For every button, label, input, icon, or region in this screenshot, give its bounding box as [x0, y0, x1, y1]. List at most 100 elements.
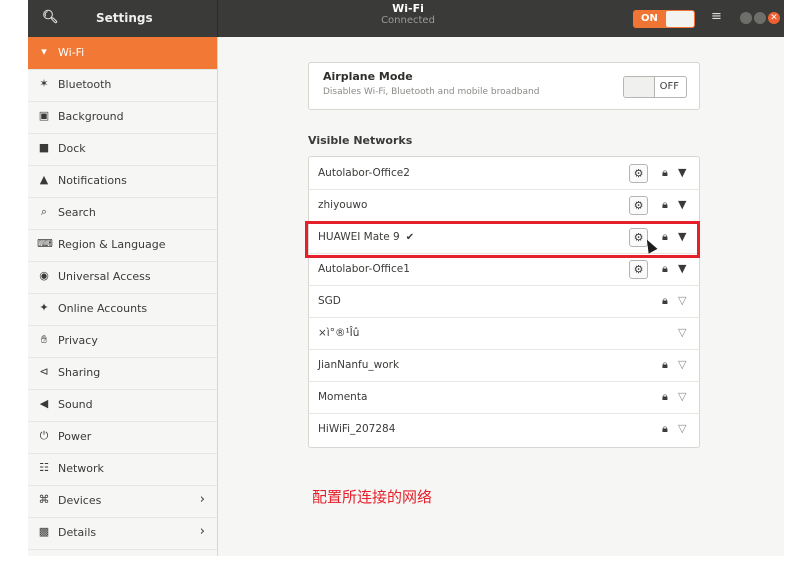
- gear-icon[interactable]: ⚙︎: [629, 164, 648, 183]
- wifi-panel: Airplane Mode Disables Wi-Fi, Bluetooth …: [218, 37, 784, 556]
- chevron-right-icon: ›: [199, 524, 205, 539]
- sidebar-item-label: Notifications: [58, 174, 127, 187]
- lock-icon: 🔒︎: [662, 166, 668, 179]
- sidebar-item-sound[interactable]: ◀ Sound: [28, 389, 217, 422]
- network-row[interactable]: Momenta 🔒︎ ▽: [309, 381, 699, 414]
- network-name: JianNanfu_work: [318, 359, 400, 371]
- maximize-icon[interactable]: [754, 12, 766, 24]
- settings-window: 🔍︎ Settings Wi-Fi Connected ON ≡ ✕ ▾ Wi-…: [28, 0, 784, 556]
- airplane-mode-title: Airplane Mode: [323, 70, 413, 83]
- window-title: Wi-Fi: [392, 2, 424, 15]
- speaker-icon: ◀: [39, 397, 49, 410]
- hamburger-menu-icon[interactable]: ≡: [711, 9, 722, 24]
- wifi-toggle[interactable]: ON: [633, 10, 695, 28]
- sidebar-item-network[interactable]: ☷ Network: [28, 453, 217, 486]
- network-list: Autolabor-Office2 ⚙︎ 🔒︎ ▼ zhiyouwo ⚙︎ 🔒︎…: [308, 156, 700, 448]
- network-name: ×ì°®¹Îû: [318, 327, 360, 339]
- network-row[interactable]: SGD 🔒︎ ▽: [309, 285, 699, 318]
- sidebar-item-sharing[interactable]: ⊲ Sharing: [28, 357, 217, 390]
- sidebar-item-devices[interactable]: ⌘ Devices ›: [28, 485, 217, 518]
- sidebar: ▾ Wi-Fi ✶ Bluetooth ▣ Background ■ Dock …: [28, 37, 218, 556]
- sidebar-item-label: Privacy: [58, 334, 98, 347]
- search-icon[interactable]: 🔍︎: [42, 10, 59, 26]
- wifi-toggle-knob: [666, 11, 694, 27]
- sidebar-item-details[interactable]: ▩ Details ›: [28, 517, 217, 550]
- dock-icon: ■: [38, 141, 50, 154]
- power-icon: ⏻: [39, 429, 49, 442]
- wifi-toggle-label: ON: [641, 13, 658, 24]
- sidebar-item-dock[interactable]: ■ Dock: [28, 133, 217, 166]
- sidebar-item-notifications[interactable]: ▲ Notifications: [28, 165, 217, 198]
- sidebar-item-online-accounts[interactable]: ✦ Online Accounts: [28, 293, 217, 326]
- network-row[interactable]: ×ì°®¹Îû ▽: [309, 317, 699, 350]
- lock-icon: 🔒︎: [662, 422, 668, 435]
- network-name: Autolabor-Office1: [318, 263, 410, 275]
- network-name: HiWiFi_207284: [318, 423, 396, 435]
- sidebar-item-label: Network: [58, 462, 104, 475]
- accounts-icon: ✦: [39, 301, 49, 314]
- network-row[interactable]: HiWiFi_207284 🔒︎ ▽: [309, 413, 699, 445]
- network-name: SGD: [318, 295, 341, 307]
- sidebar-item-background[interactable]: ▣ Background: [28, 101, 217, 134]
- toggle-knob: [624, 77, 655, 97]
- network-icon: ☷: [39, 461, 49, 474]
- sidebar-item-wifi[interactable]: ▾ Wi-Fi: [28, 37, 217, 70]
- sidebar-item-label: Sound: [58, 398, 93, 411]
- header-left: 🔍︎ Settings: [28, 0, 218, 37]
- background-icon: ▣: [38, 109, 50, 122]
- wifi-signal-icon: ▽: [678, 294, 687, 307]
- check-icon: ✔: [405, 232, 415, 243]
- sidebar-item-label: Wi-Fi: [58, 46, 85, 59]
- wifi-signal-icon: ▼: [678, 166, 687, 179]
- network-name: HUAWEI Mate 9 ✔: [318, 231, 414, 243]
- visible-networks-heading: Visible Networks: [308, 134, 413, 147]
- airplane-mode-toggle[interactable]: OFF: [623, 76, 687, 98]
- sidebar-item-label: Online Accounts: [58, 302, 148, 315]
- accessibility-icon: ◉: [39, 269, 49, 282]
- window-subtitle: Connected: [381, 15, 435, 26]
- search-icon: ⌕: [40, 205, 48, 218]
- sidebar-item-power[interactable]: ⏻ Power: [28, 421, 217, 454]
- wifi-signal-icon: ▽: [678, 326, 687, 339]
- header-bar: 🔍︎ Settings Wi-Fi Connected ON ≡ ✕: [28, 0, 784, 37]
- sidebar-item-label: Search: [58, 206, 96, 219]
- sidebar-item-bluetooth[interactable]: ✶ Bluetooth: [28, 69, 217, 102]
- airplane-mode-subtitle: Disables Wi-Fi, Bluetooth and mobile bro…: [323, 87, 540, 97]
- airplane-toggle-label: OFF: [659, 81, 679, 92]
- lock-icon: 🔒︎: [662, 262, 668, 275]
- sidebar-item-universal-access[interactable]: ◉ Universal Access: [28, 261, 217, 294]
- airplane-mode-card: Airplane Mode Disables Wi-Fi, Bluetooth …: [308, 62, 700, 110]
- sidebar-item-privacy[interactable]: ✋︎ Privacy: [28, 325, 217, 358]
- gear-icon[interactable]: ⚙︎: [629, 196, 648, 215]
- network-name: Momenta: [318, 391, 368, 403]
- sidebar-item-label: Region & Language: [58, 238, 166, 251]
- chevron-right-icon: ›: [199, 492, 205, 507]
- wifi-signal-icon: ▽: [678, 358, 687, 371]
- sidebar-item-label: Universal Access: [58, 270, 151, 283]
- close-icon[interactable]: ✕: [768, 12, 780, 24]
- bell-icon: ▲: [39, 173, 49, 186]
- sidebar-item-label: Bluetooth: [58, 78, 112, 91]
- network-row[interactable]: Autolabor-Office1 ⚙︎ 🔒︎ ▼: [309, 253, 699, 286]
- wifi-signal-icon: ▽: [678, 390, 687, 403]
- settings-title: Settings: [96, 11, 153, 25]
- lock-icon: 🔒︎: [662, 390, 668, 403]
- window-title-block: Wi-Fi Connected: [218, 2, 598, 27]
- network-row[interactable]: zhiyouwo ⚙︎ 🔒︎ ▼: [309, 189, 699, 222]
- wifi-signal-icon: ▼: [678, 230, 687, 243]
- gear-icon[interactable]: ⚙︎: [629, 260, 648, 279]
- hand-icon: ✋︎: [40, 333, 48, 346]
- sidebar-item-label: Devices: [58, 494, 102, 507]
- network-row[interactable]: JianNanfu_work 🔒︎ ▽: [309, 349, 699, 382]
- devices-icon: ⌘: [38, 493, 50, 506]
- network-row[interactable]: Autolabor-Office2 ⚙︎ 🔒︎ ▼: [309, 157, 699, 190]
- network-name: Autolabor-Office2: [318, 167, 410, 179]
- network-row-connected[interactable]: HUAWEI Mate 9 ✔ ⚙︎ 🔒︎ ▼: [309, 221, 699, 254]
- minimize-icon[interactable]: [740, 12, 752, 24]
- sidebar-item-region-language[interactable]: ⌨ Region & Language: [28, 229, 217, 262]
- sidebar-item-search[interactable]: ⌕ Search: [28, 197, 217, 230]
- network-name-text: HUAWEI Mate 9: [318, 231, 400, 243]
- sidebar-item-label: Background: [58, 110, 124, 123]
- network-name: zhiyouwo: [318, 199, 368, 211]
- wifi-icon: ▾: [41, 45, 47, 58]
